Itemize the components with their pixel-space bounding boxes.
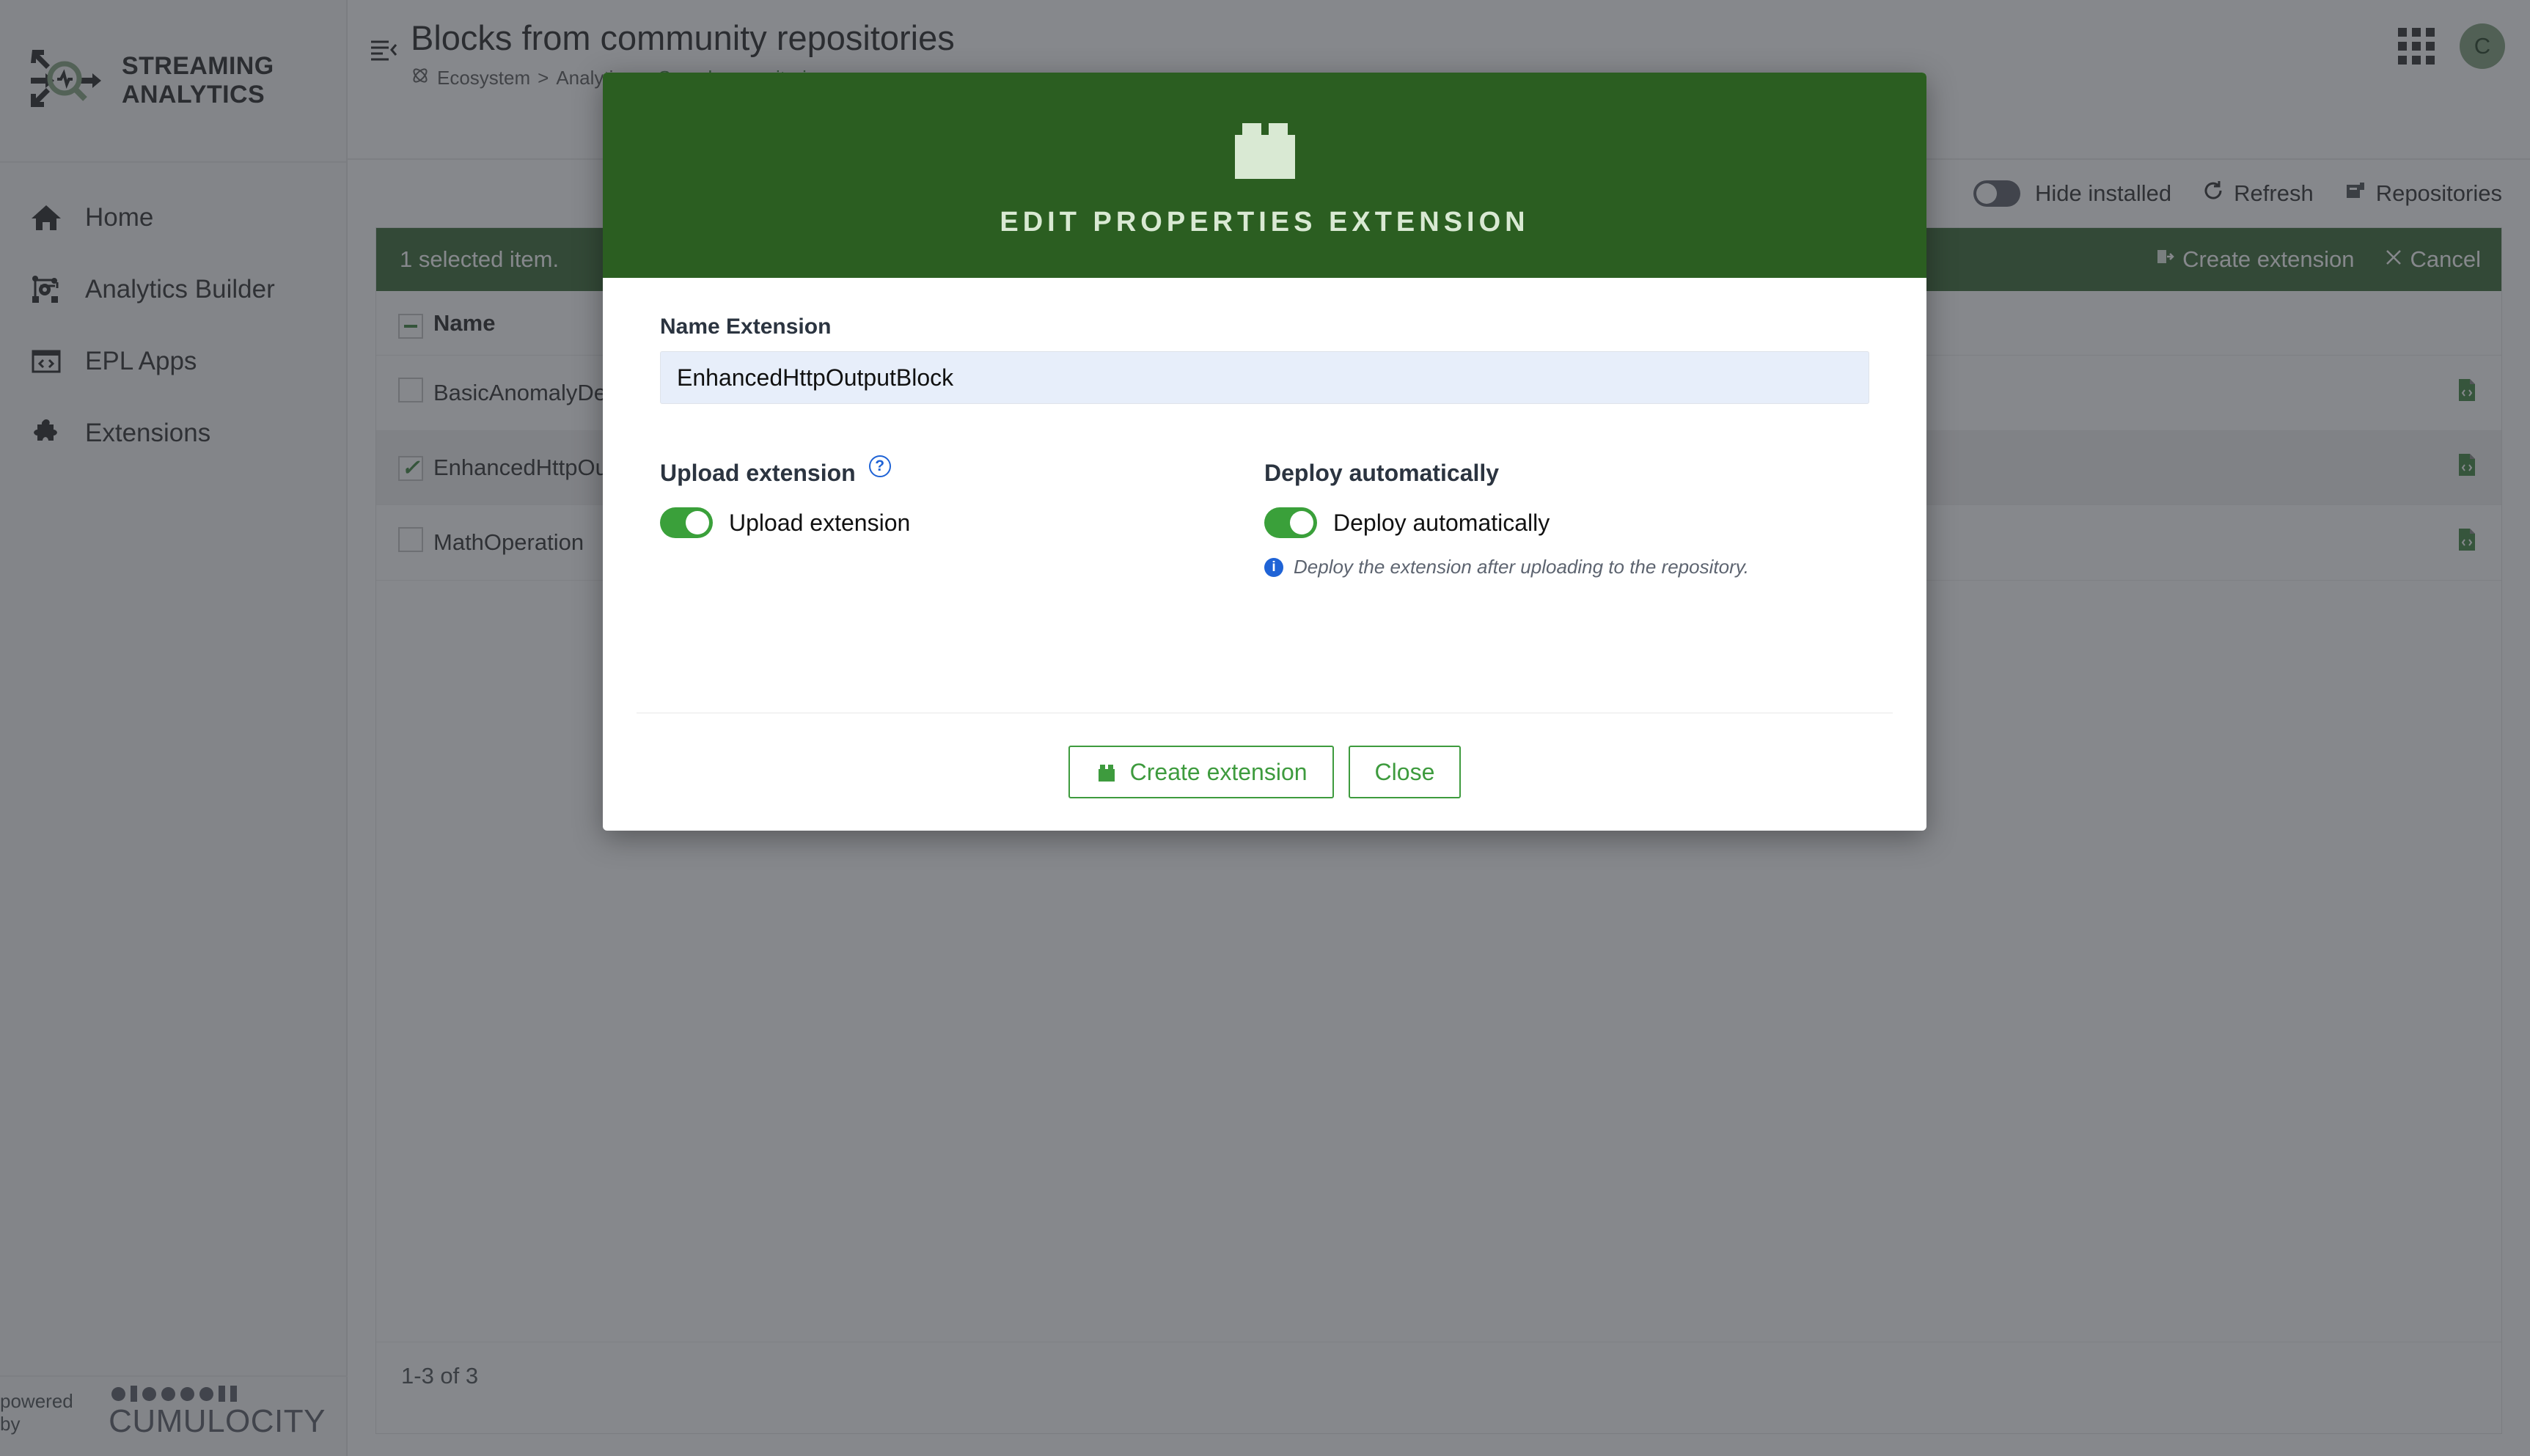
deploy-automatically-toggle[interactable]: Deploy automatically bbox=[1264, 507, 1869, 538]
toggle-switch[interactable] bbox=[1264, 507, 1317, 538]
modal-body: Name Extension Upload extension ? Upload… bbox=[603, 278, 1926, 713]
close-button[interactable]: Close bbox=[1348, 746, 1462, 798]
upload-toggle-label: Upload extension bbox=[729, 509, 911, 536]
name-extension-input[interactable] bbox=[660, 351, 1869, 404]
toggle-switch[interactable] bbox=[660, 507, 713, 538]
lego-brick-icon bbox=[1225, 113, 1305, 182]
modal-footer: Create extension Close bbox=[603, 713, 1926, 831]
screen-root: STREAMING ANALYTICS Home bbox=[0, 0, 2530, 1456]
upload-extension-heading: Upload extension ? bbox=[660, 455, 1264, 487]
upload-extension-toggle[interactable]: Upload extension bbox=[660, 507, 1264, 538]
lego-brick-icon bbox=[1095, 762, 1118, 782]
modal-header: EDIT PROPERTIES EXTENSION bbox=[603, 73, 1926, 278]
modal-title: EDIT PROPERTIES EXTENSION bbox=[1000, 206, 1530, 238]
upload-heading-label: Upload extension bbox=[660, 460, 856, 486]
deploy-hint: i Deploy the extension after uploading t… bbox=[1264, 556, 1869, 578]
close-label: Close bbox=[1374, 758, 1435, 785]
deploy-heading: Deploy automatically bbox=[1264, 460, 1869, 487]
edit-properties-extension-modal: EDIT PROPERTIES EXTENSION Name Extension… bbox=[603, 73, 1926, 831]
options-row: Upload extension ? Upload extension Depl… bbox=[660, 455, 1869, 578]
create-extension-label: Create extension bbox=[1129, 758, 1308, 785]
name-extension-label: Name Extension bbox=[660, 315, 832, 339]
deploy-heading-label: Deploy automatically bbox=[1264, 460, 1500, 486]
upload-extension-group: Upload extension ? Upload extension bbox=[660, 455, 1264, 578]
help-circle-icon[interactable]: ? bbox=[868, 455, 891, 477]
deploy-automatically-group: Deploy automatically Deploy automaticall… bbox=[1264, 460, 1869, 578]
deploy-toggle-label: Deploy automatically bbox=[1333, 509, 1550, 536]
info-icon: i bbox=[1264, 557, 1283, 577]
deploy-hint-text: Deploy the extension after uploading to … bbox=[1294, 556, 1750, 578]
create-extension-button[interactable]: Create extension bbox=[1068, 746, 1334, 798]
